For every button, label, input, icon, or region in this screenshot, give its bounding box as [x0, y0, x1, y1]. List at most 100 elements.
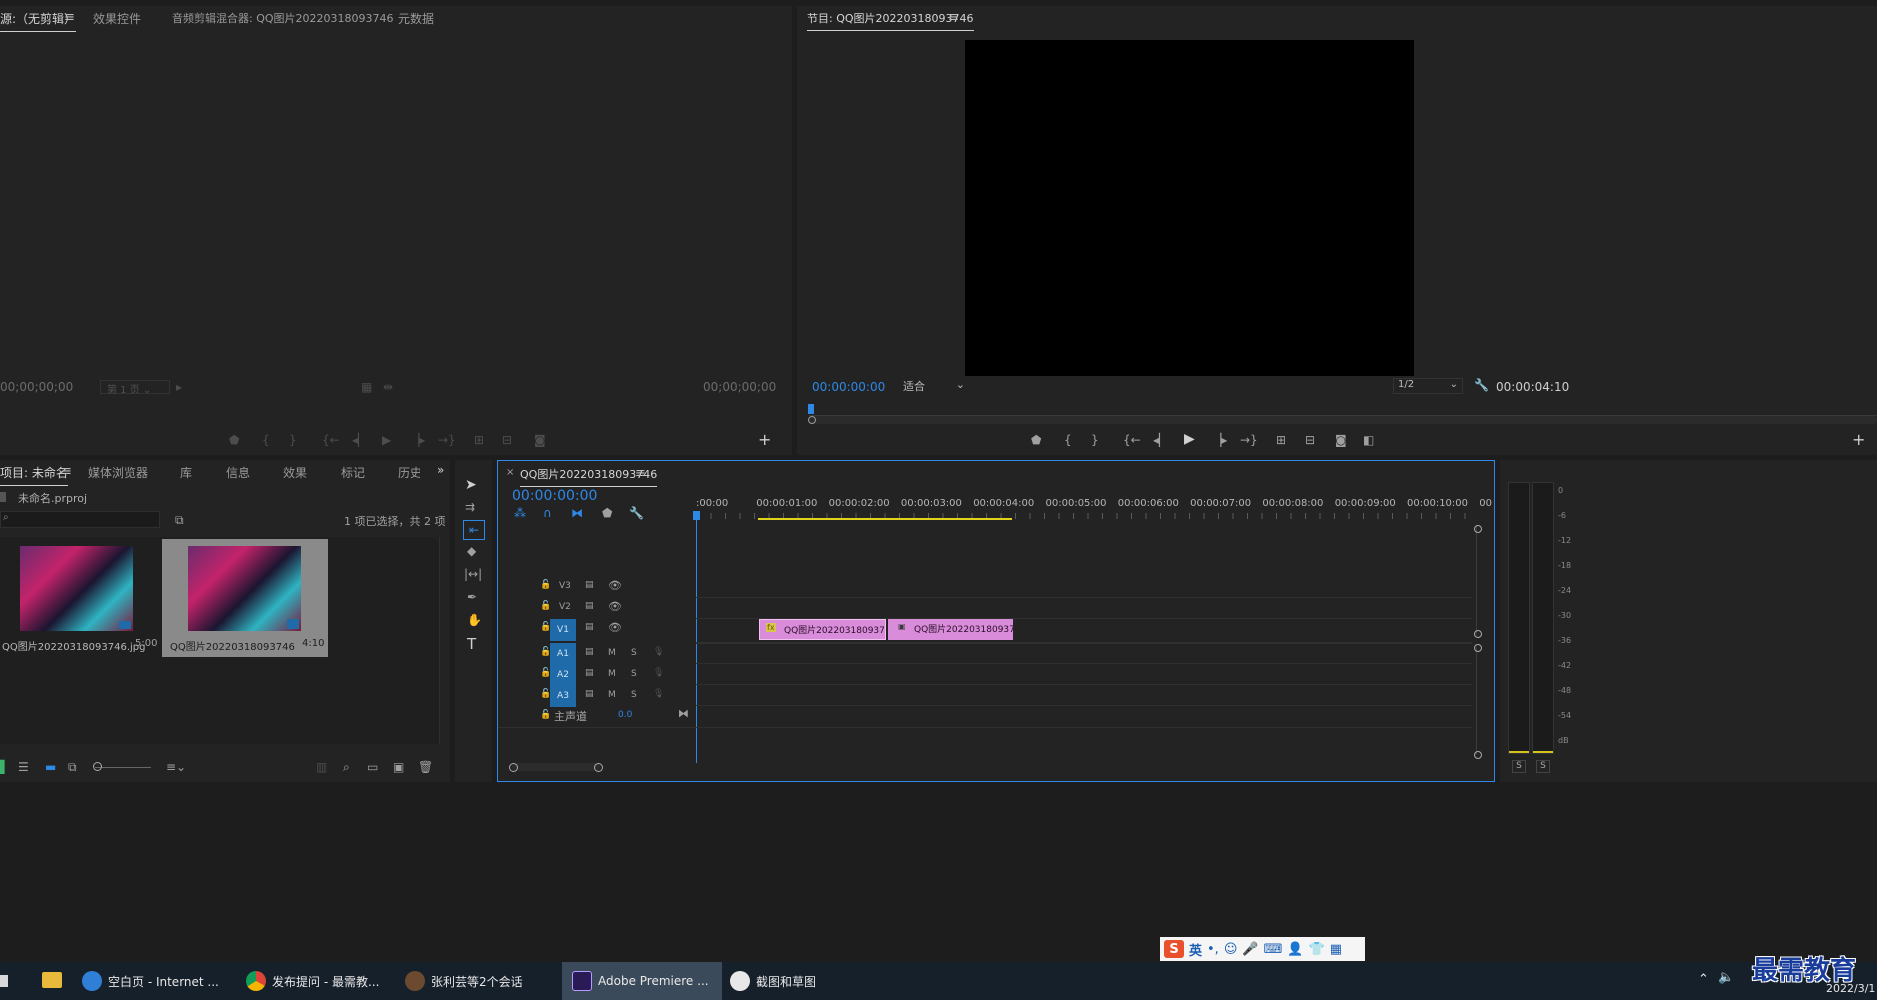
eye-icon[interactable]: 👁	[608, 621, 622, 634]
more-tabs-icon[interactable]: »	[437, 463, 444, 477]
tray-chevron-icon[interactable]: ⌃	[1698, 972, 1709, 987]
mark-in-icon[interactable]: {	[262, 433, 270, 447]
scroll-handle[interactable]	[1474, 751, 1482, 759]
sync-lock-icon[interactable]: ▤	[585, 668, 594, 678]
go-to-in-icon[interactable]: {←	[1123, 433, 1141, 447]
voiceover-icon[interactable]: 🎙	[653, 647, 664, 657]
insert-icon[interactable]: ⊞	[474, 433, 484, 447]
scroll-handle[interactable]	[1474, 525, 1482, 533]
track-select-tool-icon[interactable]: ⇉	[465, 500, 475, 514]
timeline-clip[interactable]: fx QQ图片20220318093746.jp	[759, 619, 886, 640]
source-patch-v1[interactable]: V1	[550, 619, 576, 641]
microphone-icon[interactable]: 🎤	[1242, 942, 1258, 957]
extract-icon[interactable]: ⊟	[1305, 433, 1315, 447]
new-item-icon[interactable]: ▣	[393, 760, 404, 774]
nest-icon[interactable]: ⁂	[514, 506, 526, 520]
fit-select[interactable]: 适合 ⌄	[899, 378, 969, 394]
export-frame-icon[interactable]: ◙	[1335, 433, 1347, 447]
program-timecode[interactable]: 00:00:00:00	[812, 380, 885, 394]
voiceover-icon[interactable]: 🎙	[653, 689, 664, 699]
tab-markers[interactable]: 标记	[341, 464, 365, 481]
new-search-bin-icon[interactable]: ⧉	[175, 513, 184, 528]
volume-icon[interactable]: 🔈	[1718, 970, 1734, 985]
play-icon[interactable]: ▶	[382, 433, 391, 447]
camera-icon[interactable]: ◙	[534, 433, 546, 447]
toolbox-icon[interactable]: ▦	[1330, 942, 1342, 957]
program-mini-ruler[interactable]	[809, 406, 1877, 416]
source-timecode-left[interactable]: 00;00;00;00	[0, 380, 73, 394]
source-patch-a3[interactable]: A3	[550, 685, 576, 707]
ripple-edit-tool-icon[interactable]: ⇤	[463, 520, 485, 540]
solo-button[interactable]: S	[631, 648, 637, 658]
step-forward-icon[interactable]: ▕▸	[410, 433, 425, 447]
tab-audio-clip-mixer[interactable]: 音频剪辑混合器: QQ图片20220318093746	[172, 10, 394, 26]
zoom-slider[interactable]	[95, 767, 151, 768]
hand-tool-icon[interactable]: ✋	[467, 613, 482, 627]
go-to-in-icon[interactable]: {←	[322, 433, 340, 447]
step-forward-icon[interactable]: ▕▸	[1212, 433, 1227, 447]
ime-mode[interactable]: 英	[1189, 940, 1202, 959]
master-volume[interactable]: 0.0	[618, 710, 632, 720]
lift-icon[interactable]: ⊞	[1276, 433, 1286, 447]
panel-menu-icon[interactable]: ≡	[61, 464, 72, 479]
time-ruler[interactable]: :00:00 00:00:01:00 00:00:02:00 00:00:03:00 0…	[696, 491, 1492, 521]
find-icon[interactable]: ⌕	[343, 760, 350, 775]
work-area-bar[interactable]	[758, 518, 1012, 520]
add-button-icon[interactable]: +	[1852, 430, 1865, 449]
trash-icon[interactable]: 🗑	[418, 760, 433, 774]
automate-icon[interactable]: ▥	[316, 760, 327, 774]
mute-button[interactable]: M	[608, 648, 616, 658]
eye-icon[interactable]: 👁	[608, 579, 622, 592]
source-patch-a2[interactable]: A2	[550, 664, 576, 686]
user-icon[interactable]: 👤	[1287, 942, 1303, 957]
skin-icon[interactable]: 👕	[1309, 942, 1325, 957]
sync-lock-icon[interactable]: ▤	[585, 647, 594, 657]
tab-effects[interactable]: 效果	[283, 464, 307, 481]
tab-project[interactable]: 项目: 未命名	[0, 464, 68, 486]
mute-button[interactable]: M	[608, 669, 616, 679]
wrench-icon[interactable]: 🔧	[1474, 378, 1489, 392]
tab-effect-controls[interactable]: 效果控件	[93, 10, 141, 27]
taskbar-item-snip[interactable]: 截图和草图	[730, 962, 880, 1000]
linked-selection-icon[interactable]: ⧓	[571, 506, 583, 520]
tab-media-browser[interactable]: 媒体浏览器	[88, 464, 148, 481]
media-item[interactable]: QQ图片20220318093746.jpg 5:00	[0, 539, 160, 656]
solo-button[interactable]: S	[631, 690, 637, 700]
taskbar-item-chrome[interactable]: 发布提问 - 最需教...	[246, 962, 396, 1000]
zoom-slider-handle[interactable]	[93, 762, 102, 771]
scroll-handle[interactable]	[594, 763, 603, 772]
timeline-timecode[interactable]: 00:00:00:00	[512, 488, 597, 504]
solo-button[interactable]: S	[631, 669, 637, 679]
taskbar-item-chat[interactable]: 张利芸等2个会话	[405, 962, 555, 1000]
go-to-out-icon[interactable]: →}	[1240, 433, 1258, 447]
drag-icon[interactable]: ⇹	[383, 380, 393, 394]
track-name[interactable]: V3	[559, 581, 571, 591]
mute-button[interactable]: M	[608, 690, 616, 700]
zoom-handle[interactable]	[808, 416, 816, 424]
tab-libraries[interactable]: 库	[180, 464, 192, 481]
punctuation-icon[interactable]: •,	[1207, 942, 1219, 957]
new-bin-icon[interactable]: ▭	[367, 760, 378, 774]
search-input[interactable]: ⌕	[0, 511, 160, 528]
emoji-icon[interactable]: ☺	[1224, 942, 1238, 957]
write-protect-icon[interactable]: ▌	[0, 760, 9, 774]
timeline-clip[interactable]: ▣ QQ图片20220318093746.j	[888, 619, 1013, 640]
scroll-handle[interactable]	[1474, 630, 1482, 638]
mark-in-icon[interactable]: {	[1064, 433, 1072, 447]
tab-history[interactable]: 历史	[398, 464, 420, 481]
taskbar-item-ie[interactable]: 空白页 - Internet ...	[82, 962, 232, 1000]
sync-lock-icon[interactable]: ▤	[585, 601, 594, 611]
add-button-icon[interactable]: +	[758, 430, 771, 449]
icon-view-icon[interactable]: ▬	[45, 760, 56, 774]
track-name[interactable]: V2	[559, 602, 571, 612]
type-tool-icon[interactable]: T	[467, 635, 476, 653]
media-item-selected[interactable]: QQ图片20220318093746 4:10	[162, 539, 328, 657]
voiceover-icon[interactable]: 🎙	[653, 668, 664, 678]
mark-out-icon[interactable]: }	[1091, 433, 1099, 447]
razor-tool-icon[interactable]: ◆	[467, 544, 476, 558]
lock-icon[interactable]: 🔓	[540, 580, 551, 590]
sync-lock-icon[interactable]: ▤	[585, 689, 594, 699]
panel-menu-icon[interactable]: ≡	[948, 10, 959, 25]
panel-menu-icon[interactable]: ≡	[64, 10, 75, 25]
file-explorer-icon[interactable]	[42, 972, 62, 988]
